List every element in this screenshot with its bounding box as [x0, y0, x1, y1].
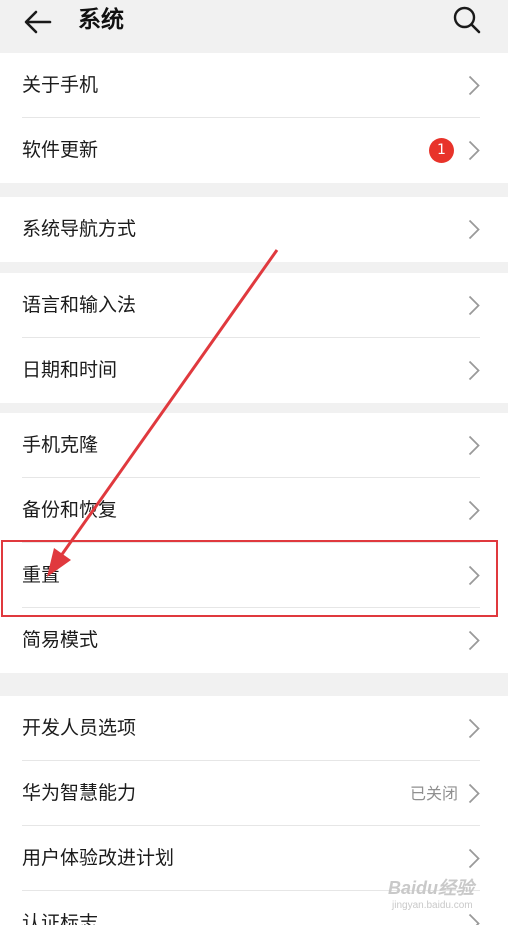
settings-item-about-phone[interactable]: 关于手机: [0, 53, 508, 118]
settings-item-simple-mode[interactable]: 简易模式: [0, 608, 508, 673]
settings-group-language-time: 语言和输入法 日期和时间: [0, 273, 508, 403]
settings-item-software-update[interactable]: 软件更新 1: [0, 118, 508, 183]
chevron-right-icon: [468, 565, 480, 586]
notification-badge: 1: [429, 138, 454, 163]
settings-item-label: 认证标志: [22, 912, 99, 925]
top-bar: 系统: [0, 0, 508, 52]
settings-item-label: 软件更新: [22, 139, 99, 161]
page-title: 系统: [78, 7, 124, 33]
settings-item-reset[interactable]: 重置: [0, 543, 508, 608]
settings-item-label: 系统导航方式: [22, 218, 137, 240]
arrow-left-icon[interactable]: [22, 6, 54, 38]
settings-group-device: 关于手机 软件更新 1: [0, 53, 508, 183]
settings-item-backup-restore[interactable]: 备份和恢复: [0, 478, 508, 543]
watermark-url: jingyan.baidu.com: [392, 900, 473, 911]
settings-item-language-input[interactable]: 语言和输入法: [0, 273, 508, 338]
chevron-right-icon: [468, 295, 480, 316]
chevron-right-icon: [468, 500, 480, 521]
settings-item-label: 语言和输入法: [22, 294, 137, 316]
watermark-logo: Baidu经验 jingyan.baidu.com: [388, 866, 498, 922]
settings-item-label: 华为智慧能力: [22, 782, 137, 804]
settings-item-developer-options[interactable]: 开发人员选项: [0, 696, 508, 761]
chevron-right-icon: [468, 219, 480, 240]
watermark-text: Baidu经验: [388, 878, 475, 898]
settings-item-label: 重置: [22, 564, 61, 586]
chevron-right-icon: [468, 360, 480, 381]
settings-item-label: 开发人员选项: [22, 717, 137, 739]
chevron-right-icon: [468, 718, 480, 739]
settings-item-system-navigation[interactable]: 系统导航方式: [0, 197, 508, 262]
chevron-right-icon: [468, 630, 480, 651]
settings-item-date-time[interactable]: 日期和时间: [0, 338, 508, 403]
settings-group-backup-reset: 手机克隆 备份和恢复 重置 简易模式: [0, 413, 508, 673]
settings-item-label: 用户体验改进计划: [22, 847, 175, 869]
settings-item-phone-clone[interactable]: 手机克隆: [0, 413, 508, 478]
settings-item-label: 备份和恢复: [22, 499, 118, 521]
chevron-right-icon: [468, 75, 480, 96]
chevron-right-icon: [468, 140, 480, 161]
search-icon[interactable]: [452, 5, 482, 35]
status-text: 已关闭: [409, 784, 458, 803]
settings-item-label: 日期和时间: [22, 359, 118, 381]
settings-item-huawei-ai[interactable]: 华为智慧能力 已关闭: [0, 761, 508, 826]
chevron-right-icon: [468, 783, 480, 804]
settings-item-label: 简易模式: [22, 629, 99, 651]
settings-item-label: 关于手机: [22, 74, 99, 96]
chevron-right-icon: [468, 435, 480, 456]
settings-item-label: 手机克隆: [22, 434, 99, 456]
settings-group-navigation: 系统导航方式: [0, 197, 508, 262]
